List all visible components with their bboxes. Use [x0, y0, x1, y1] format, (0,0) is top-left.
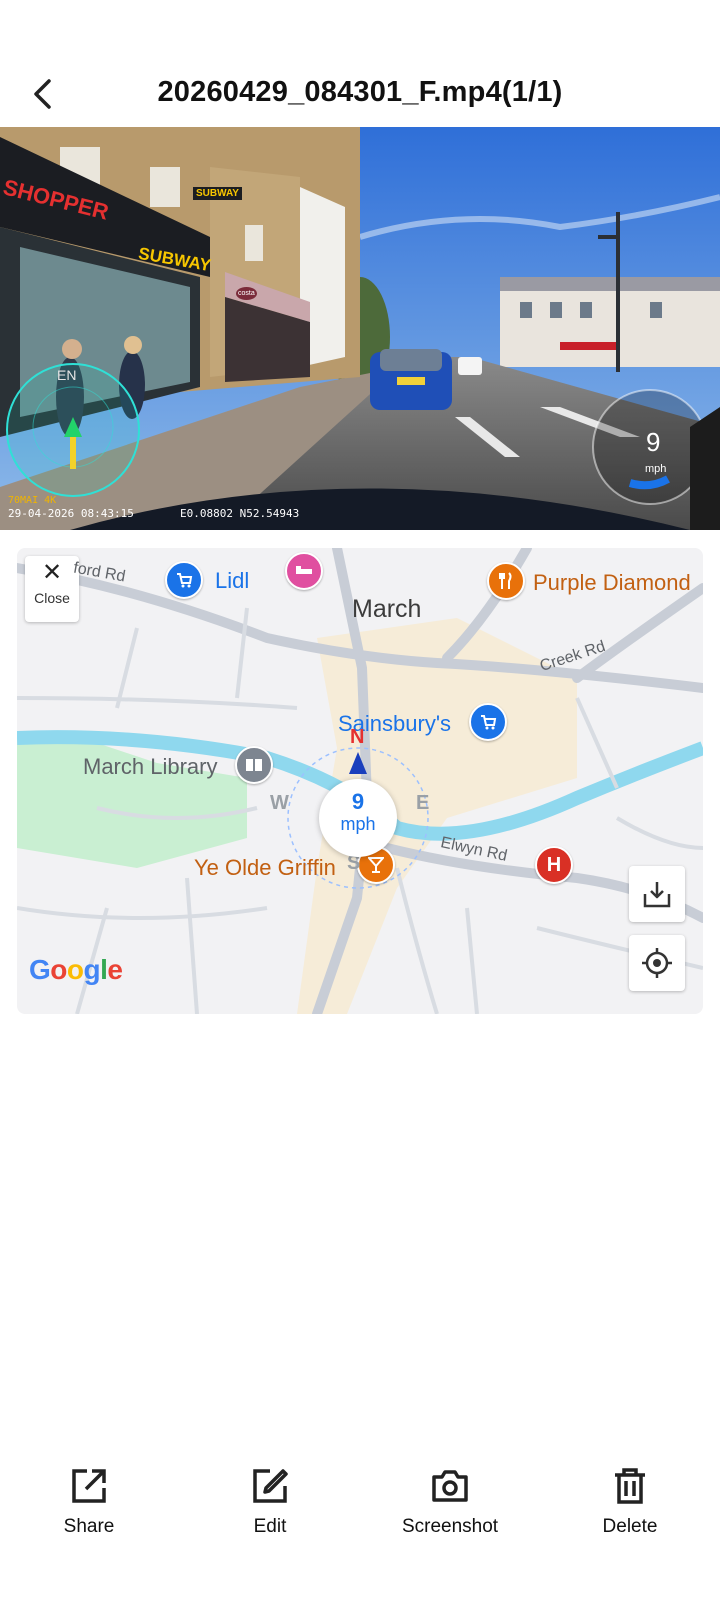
share-button[interactable]: Share	[19, 1466, 159, 1538]
video-speed-unit: mph	[645, 463, 667, 475]
download-icon	[643, 882, 671, 908]
speed-value: 9	[351, 789, 365, 814]
hospital-pin[interactable]: H	[535, 846, 573, 884]
video-gps: E0.08802 N52.54943	[180, 507, 300, 520]
my-location-button[interactable]	[629, 935, 685, 991]
lidl-pin[interactable]	[165, 561, 203, 599]
shopping-cart-icon	[177, 573, 193, 588]
camera-icon	[432, 1470, 468, 1502]
video-player[interactable]: 70MAI 4K 29-04-2026 08:43:15 E0.08802 N5…	[0, 127, 720, 530]
edit-button[interactable]: Edit	[200, 1466, 340, 1538]
download-map-button[interactable]	[629, 866, 685, 922]
hospital-letter: H	[546, 853, 562, 876]
restaurant-pin[interactable]	[487, 562, 525, 600]
close-map-button[interactable]: ✕ Close	[25, 556, 79, 622]
shop-sign-costa: costa	[236, 287, 257, 300]
pedestrian-label: EN	[57, 367, 77, 383]
video-frame	[0, 127, 720, 530]
place-label-purple-diamond[interactable]: Purple Diamond	[533, 570, 691, 596]
video-timestamp: 29-04-2026 08:43:15	[8, 507, 134, 520]
video-speed-value: 9	[646, 427, 661, 457]
edit-label: Edit	[253, 1516, 287, 1537]
compass-east: E	[416, 792, 430, 814]
screenshot-label: Screenshot	[401, 1516, 499, 1537]
share-label: Share	[63, 1516, 115, 1537]
bed-icon	[296, 566, 312, 574]
book-icon	[246, 759, 262, 771]
compass-north: N	[350, 726, 365, 748]
trash-icon	[615, 1468, 645, 1504]
hotel-pin[interactable]	[285, 552, 323, 590]
dashcam-model: 70MAI 4K	[8, 495, 57, 506]
map-view[interactable]: ✕ Close ford Rd Lidl March Purple Diamon…	[17, 548, 703, 1014]
place-label-march-library[interactable]: March Library	[83, 754, 217, 780]
cocktail-icon	[368, 857, 384, 873]
edit-icon	[253, 1469, 288, 1503]
share-icon	[72, 1469, 106, 1503]
place-label-ye-olde-griffin[interactable]: Ye Olde Griffin	[194, 855, 336, 881]
shopping-cart-icon	[481, 715, 497, 730]
compass-west: W	[270, 792, 289, 814]
speed-indicator: 9 mph	[319, 779, 397, 857]
speed-unit: mph	[340, 814, 376, 834]
screenshot-button[interactable]: Screenshot	[380, 1466, 520, 1538]
close-icon: ✕	[41, 559, 63, 586]
shop-sign-subway-small: SUBWAY	[193, 187, 242, 200]
place-label-march: March	[352, 595, 422, 623]
top-bar: 20260429_084301_F.mp4(1/1)	[0, 60, 720, 128]
library-pin[interactable]	[235, 746, 273, 784]
bottom-toolbar: Share Edit Screenshot Delete	[0, 1466, 720, 1556]
google-logo: Google	[29, 954, 123, 985]
page-title: 20260429_084301_F.mp4(1/1)	[157, 76, 563, 108]
fork-knife-icon	[499, 572, 512, 589]
delete-label: Delete	[602, 1516, 658, 1537]
place-label-lidl[interactable]: Lidl	[215, 568, 249, 594]
sainsburys-pin[interactable]	[469, 703, 507, 741]
my-location-icon	[642, 948, 672, 978]
close-label: Close	[34, 590, 70, 606]
delete-button[interactable]: Delete	[560, 1466, 700, 1538]
